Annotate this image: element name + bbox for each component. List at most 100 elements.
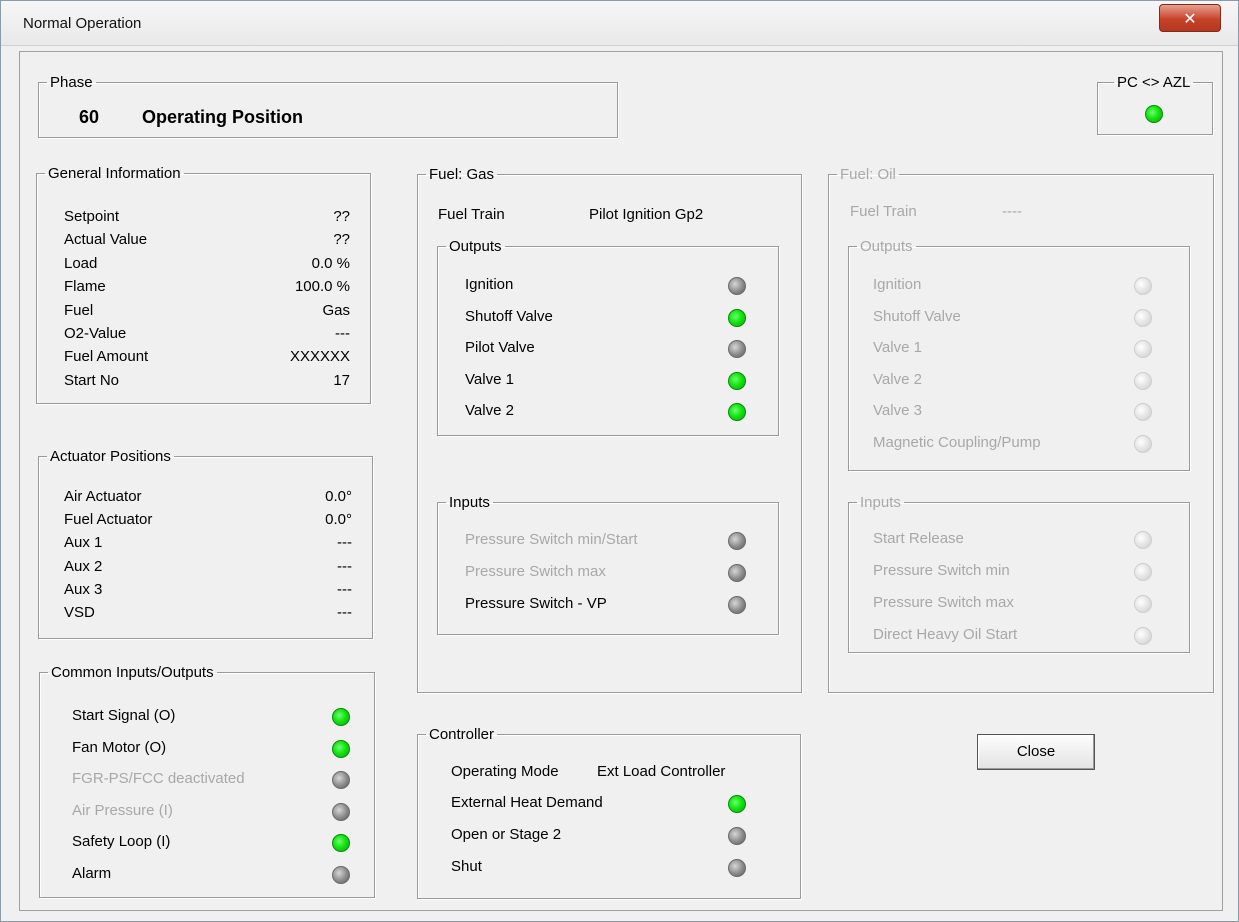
gas-output-pilot-valve-indicator-icon [728, 340, 746, 359]
common-io-fgr-ps-fcc-deactivated-label: FGR-PS/FCC deactivated [72, 770, 245, 788]
oil-output-valve-2-label: Valve 2 [873, 370, 922, 388]
actuator-aux-1-value: --- [337, 534, 352, 552]
oil-output-valve-1-label: Valve 1 [873, 339, 922, 357]
fuel-oil-inputs-group: Inputs Start Release Pressure Switch min P… [848, 494, 1190, 653]
general-info-start-no-value: 17 [333, 371, 350, 389]
common-io-start-signal-o-label: Start Signal (O) [72, 707, 176, 724]
fuel-oil-outputs-group: Outputs Ignition Shutoff Valve Valve 1 Valv… [848, 238, 1190, 471]
fuel-gas-group: Fuel: Gas Fuel Train Pilot Ignition Gp2 … [417, 166, 802, 693]
general-info-load-value: 0.0 % [311, 254, 350, 272]
operating-mode-value: Ext Load Controller [597, 763, 726, 780]
gas-output-valve-1-indicator-icon [728, 371, 746, 390]
fuel-oil-outputs-legend: Outputs [860, 238, 913, 255]
oil-input-pressure-switch-min-label: Pressure Switch min [873, 562, 1010, 579]
gas-output-ignition-label: Ignition [465, 276, 514, 293]
actuator-aux-3-label: Aux 3 [64, 580, 103, 598]
gas-output-valve-1-label: Valve 1 [465, 370, 514, 388]
general-info-o2-value-label: O2-Value [64, 325, 127, 342]
actuator-aux-1-label: Aux 1 [64, 534, 103, 552]
common-io-air-pressure-i-indicator-icon [332, 802, 350, 821]
actuator-positions-group: Actuator Positions Air Actuator 0.0° Fuel … [38, 448, 373, 639]
normal-operation-window: Normal Operation ✕ Phase 60 Operating Po… [0, 0, 1239, 922]
pc-azl-status-indicator-icon [1145, 105, 1163, 123]
oil-input-pressure-switch-max-label: Pressure Switch max [873, 594, 1014, 611]
actuator-air-actuator-label: Air Actuator [64, 488, 142, 505]
gas-input-pressure-switch-vp-label: Pressure Switch - VP [465, 595, 607, 612]
controller-shut-label: Shut [451, 858, 482, 875]
oil-input-direct-heavy-oil-start-label: Direct Heavy Oil Start [873, 626, 1018, 643]
window-close-button[interactable]: ✕ [1159, 4, 1221, 32]
fuel-gas-outputs-legend: Outputs [449, 238, 502, 255]
common-io-air-pressure-i-label: Air Pressure (I) [72, 801, 173, 819]
fuel-gas-legend: Fuel: Gas [429, 166, 495, 183]
general-info-start-no-label: Start No [64, 371, 120, 389]
phase-group: Phase 60 Operating Position [38, 74, 618, 138]
title-bar: Normal Operation ✕ [1, 1, 1238, 46]
general-info-o2-value-value: --- [335, 325, 350, 342]
general-info-flame-value: 100.0 % [294, 278, 350, 296]
oil-output-shutoff-valve-label: Shutoff Valve [873, 307, 961, 325]
controller-external-heat-demand-indicator-icon [728, 795, 746, 813]
common-io-legend: Common Inputs/Outputs [51, 664, 214, 681]
actuator-vsd-value: --- [337, 604, 352, 621]
fuel-oil-train-value: ---- [1002, 203, 1022, 220]
phase-text: Operating Position [142, 107, 304, 127]
general-info-fuel-amount-value: XXXXXX [289, 348, 350, 366]
oil-input-pressure-switch-max-indicator-icon [1134, 595, 1152, 613]
fuel-gas-train-value: Pilot Ignition Gp2 [589, 206, 704, 223]
oil-output-magnetic-coupling-pump-indicator-icon [1134, 435, 1152, 453]
fuel-oil-legend: Fuel: Oil [840, 166, 896, 183]
actuator-aux-2-label: Aux 2 [64, 557, 103, 575]
general-info-actual-value-label: Actual Value [64, 231, 148, 249]
general-info-setpoint-label: Setpoint [64, 208, 120, 225]
common-io-alarm-label: Alarm [72, 865, 112, 882]
common-io-fgr-ps-fcc-deactivated-indicator-icon [332, 771, 350, 790]
actuator-fuel-actuator-value: 0.0° [325, 511, 352, 529]
general-info-fuel-amount-label: Fuel Amount [64, 348, 149, 366]
close-button[interactable]: Close [977, 734, 1095, 770]
controller-legend: Controller [429, 726, 495, 743]
common-io-safety-loop-i-label: Safety Loop (I) [72, 833, 171, 851]
oil-output-valve-3-label: Valve 3 [873, 402, 922, 420]
oil-input-start-release-label: Start Release [873, 530, 964, 547]
gas-input-pressure-switch-min-start-label: Pressure Switch min/Start [465, 531, 638, 548]
fuel-gas-outputs-group: Outputs Ignition Shutoff Valve Pilot Valve… [437, 238, 779, 436]
actuator-vsd-label: VSD [64, 604, 95, 621]
fuel-gas-inputs-legend: Inputs [449, 494, 490, 511]
gas-output-shutoff-valve-indicator-icon [728, 308, 746, 327]
common-io-alarm-indicator-icon [332, 866, 350, 884]
general-information-legend: General Information [48, 165, 181, 182]
gas-input-pressure-switch-max-label: Pressure Switch max [465, 563, 606, 580]
gas-output-ignition-indicator-icon [728, 277, 746, 295]
fuel-oil-group: Fuel: Oil Fuel Train ---- Outputs Igniti… [828, 166, 1214, 693]
common-io-fan-motor-o-indicator-icon [332, 739, 350, 758]
general-info-load-label: Load [64, 254, 98, 272]
common-io-safety-loop-i-indicator-icon [332, 834, 350, 853]
controller-open-or-stage-2-label: Open or Stage 2 [451, 826, 562, 843]
oil-output-valve-3-indicator-icon [1134, 403, 1152, 422]
gas-output-valve-2-indicator-icon [728, 403, 746, 422]
oil-output-valve-2-indicator-icon [1134, 371, 1152, 390]
actuator-fuel-actuator-label: Fuel Actuator [64, 511, 153, 529]
oil-input-direct-heavy-oil-start-indicator-icon [1134, 627, 1152, 645]
general-information-group: General Information Setpoint?? Actual Val… [36, 165, 371, 404]
actuator-aux-2-value: --- [337, 557, 352, 575]
oil-input-start-release-indicator-icon [1134, 531, 1152, 549]
general-info-flame-label: Flame [64, 278, 106, 296]
gas-input-pressure-switch-min-start-indicator-icon [728, 532, 746, 550]
general-info-fuel-label: Fuel [64, 301, 94, 319]
fuel-oil-inputs-legend: Inputs [860, 494, 901, 511]
general-info-actual-value-value: ?? [333, 231, 350, 249]
general-info-fuel-value: Gas [322, 301, 350, 319]
gas-input-pressure-switch-vp-indicator-icon [728, 596, 746, 614]
gas-input-pressure-switch-max-indicator-icon [728, 564, 746, 582]
common-io-start-signal-o-indicator-icon [332, 708, 350, 726]
actuator-air-actuator-value: 0.0° [325, 488, 352, 505]
oil-output-ignition-label: Ignition [873, 276, 922, 293]
fuel-gas-train-label: Fuel Train [438, 206, 505, 223]
common-io-fan-motor-o-label: Fan Motor (O) [72, 738, 167, 756]
oil-output-ignition-indicator-icon [1134, 277, 1152, 295]
gas-output-shutoff-valve-label: Shutoff Valve [465, 307, 553, 325]
operating-mode-label: Operating Mode [451, 763, 559, 780]
oil-input-pressure-switch-min-indicator-icon [1134, 563, 1152, 581]
